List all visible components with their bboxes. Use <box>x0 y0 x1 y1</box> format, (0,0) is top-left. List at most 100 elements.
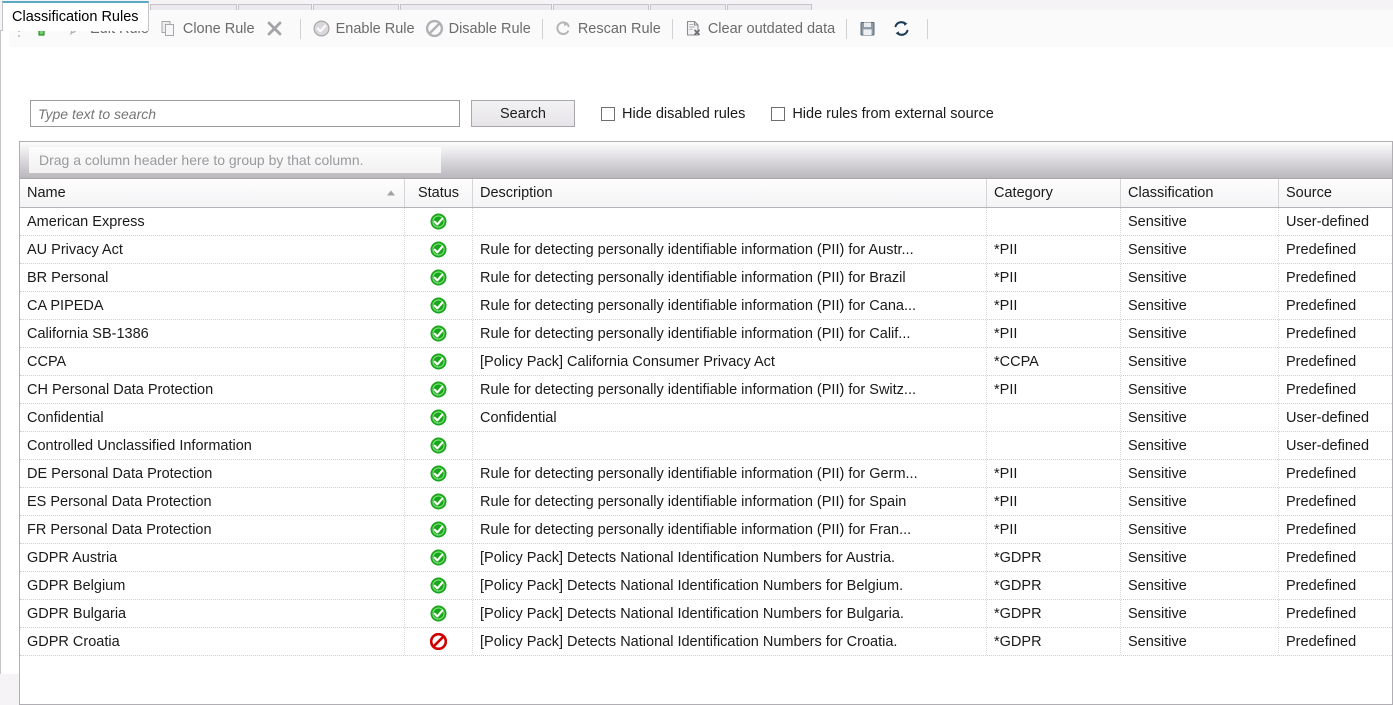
cell-category: *PII <box>987 320 1121 347</box>
column-header-label: Source <box>1286 185 1332 201</box>
cell-classification: Sensitive <box>1121 320 1279 347</box>
cell-name: FR Personal Data Protection <box>20 516 405 543</box>
floppy-save-icon <box>858 19 877 38</box>
toolbar-separator <box>672 19 673 39</box>
cell-classification: Sensitive <box>1121 236 1279 263</box>
column-header-label: Name <box>27 185 66 201</box>
disable-rule-button[interactable]: Disable Rule <box>420 14 536 44</box>
column-header-label: Category <box>994 185 1053 201</box>
cell-classification: Sensitive <box>1121 488 1279 515</box>
enable-rule-button[interactable]: Enable Rule <box>307 14 420 44</box>
table-row[interactable]: American ExpressSensitiveUser-defined <box>20 208 1392 236</box>
table-row[interactable]: GDPR Belgium [Policy Pack] Detects Nation… <box>20 572 1392 600</box>
cell-category: *PII <box>987 264 1121 291</box>
status-badge-enabled <box>405 264 473 291</box>
cell-source: Predefined <box>1279 488 1393 515</box>
cell-category: *GDPR <box>987 572 1121 599</box>
table-row[interactable]: DE Personal Data ProtectionRule for dete… <box>20 460 1392 488</box>
status-badge-enabled <box>405 488 473 515</box>
cell-description: Rule for detecting personally identifiab… <box>473 264 987 291</box>
cell-source: Predefined <box>1279 236 1393 263</box>
table-row[interactable]: ConfidentialConfidentialSensitiveUser-de… <box>20 404 1392 432</box>
rules-grid: Drag a column header here to group by th… <box>19 141 1393 705</box>
tab-label: Classification Rules <box>12 9 139 25</box>
cell-category: *PII <box>987 376 1121 403</box>
cell-source: Predefined <box>1279 544 1393 571</box>
cell-name: GDPR Belgium <box>20 572 405 599</box>
cell-source: Predefined <box>1279 292 1393 319</box>
copy-icon <box>159 19 178 38</box>
table-row[interactable]: BR PersonalRule for detecting personally… <box>20 264 1392 292</box>
column-header-description[interactable]: Description <box>473 179 987 207</box>
refresh-button[interactable] <box>887 14 921 44</box>
rescan-rule-button[interactable]: Rescan Rule <box>549 14 666 44</box>
grid-body: American ExpressSensitiveUser-definedAU … <box>20 208 1392 656</box>
clear-outdated-data-button[interactable]: Clear outdated data <box>679 14 840 44</box>
hide-external-rules-checkbox[interactable]: Hide rules from external source <box>771 106 993 122</box>
tab-classification-rules[interactable]: Classification Rules <box>2 1 149 31</box>
table-row[interactable]: CCPA[Policy Pack] California Consumer Pr… <box>20 348 1392 376</box>
table-row[interactable]: California SB-1386Rule for detecting per… <box>20 320 1392 348</box>
cell-category: *PII <box>987 236 1121 263</box>
column-header-name[interactable]: Name <box>20 179 405 207</box>
status-badge-enabled <box>405 544 473 571</box>
delete-rule-button[interactable] <box>260 14 294 44</box>
cell-description: [Policy Pack] Detects National Identific… <box>473 544 987 571</box>
cell-category: *GDPR <box>987 600 1121 627</box>
cell-description: Rule for detecting personally identifiab… <box>473 376 987 403</box>
hide-disabled-rules-label: Hide disabled rules <box>622 106 745 122</box>
table-row[interactable]: ES Personal Data ProtectionRule for dete… <box>20 488 1392 516</box>
checkbox-box <box>771 107 785 121</box>
cell-classification: Sensitive <box>1121 600 1279 627</box>
toolbar-separator <box>846 19 847 39</box>
table-row[interactable]: GDPR Bulgaria[Policy Pack] Detects Natio… <box>20 600 1392 628</box>
clone-rule-button[interactable]: Clone Rule <box>154 14 260 44</box>
cell-source: Predefined <box>1279 348 1393 375</box>
column-header-source[interactable]: Source <box>1279 179 1393 207</box>
column-header-classification[interactable]: Classification <box>1121 179 1279 207</box>
cell-classification: Sensitive <box>1121 516 1279 543</box>
status-badge-enabled <box>405 432 473 459</box>
status-badge-enabled <box>405 348 473 375</box>
cell-source: Predefined <box>1279 628 1393 655</box>
cell-classification: Sensitive <box>1121 544 1279 571</box>
clear-outdated-data-label: Clear outdated data <box>708 21 835 37</box>
cell-description: Rule for detecting personally identifiab… <box>473 320 987 347</box>
save-button[interactable] <box>853 14 887 44</box>
cell-source: Predefined <box>1279 376 1393 403</box>
rescan-rule-label: Rescan Rule <box>578 21 661 37</box>
cell-category: *GDPR <box>987 544 1121 571</box>
sync-arrows-icon <box>892 19 911 38</box>
status-badge-enabled <box>405 460 473 487</box>
column-header-status[interactable]: Status <box>405 179 473 207</box>
group-by-panel[interactable]: Drag a column header here to group by th… <box>20 142 1392 179</box>
table-row[interactable]: Controlled Unclassified InformationSensi… <box>20 432 1392 460</box>
cell-classification: Sensitive <box>1121 628 1279 655</box>
cell-classification: Sensitive <box>1121 292 1279 319</box>
table-row[interactable]: FR Personal Data Protection Rule for dete… <box>20 516 1392 544</box>
cell-description: [Policy Pack] Detects National Identific… <box>473 572 987 599</box>
checkbox-box <box>601 107 615 121</box>
column-header-category[interactable]: Category <box>987 179 1121 207</box>
hide-disabled-rules-checkbox[interactable]: Hide disabled rules <box>601 106 745 122</box>
table-row[interactable]: GDPR Croatia[Policy Pack] Detects Nation… <box>20 628 1392 656</box>
cell-description: Rule for detecting personally identifiab… <box>473 516 987 543</box>
cell-description <box>473 208 987 235</box>
cell-category <box>987 404 1121 431</box>
search-button[interactable]: Search <box>471 100 575 127</box>
table-row[interactable]: GDPR Austria[Policy Pack] Detects Nation… <box>20 544 1392 572</box>
group-by-hint: Drag a column header here to group by th… <box>29 147 441 173</box>
table-row[interactable]: AU Privacy ActRule for detecting persona… <box>20 236 1392 264</box>
cell-description: Rule for detecting personally identifiab… <box>473 236 987 263</box>
status-badge-enabled <box>405 320 473 347</box>
cell-category <box>987 432 1121 459</box>
cell-description: Rule for detecting personally identifiab… <box>473 488 987 515</box>
table-row[interactable]: CH Personal Data ProtectionRule for dete… <box>20 376 1392 404</box>
status-badge-enabled <box>405 404 473 431</box>
search-input[interactable] <box>30 100 460 127</box>
cell-name: Confidential <box>20 404 405 431</box>
check-circle-icon <box>312 19 331 38</box>
toolbar-separator <box>927 19 928 39</box>
table-row[interactable]: CA PIPEDARule for detecting personally i… <box>20 292 1392 320</box>
column-header-label: Classification <box>1128 185 1213 201</box>
